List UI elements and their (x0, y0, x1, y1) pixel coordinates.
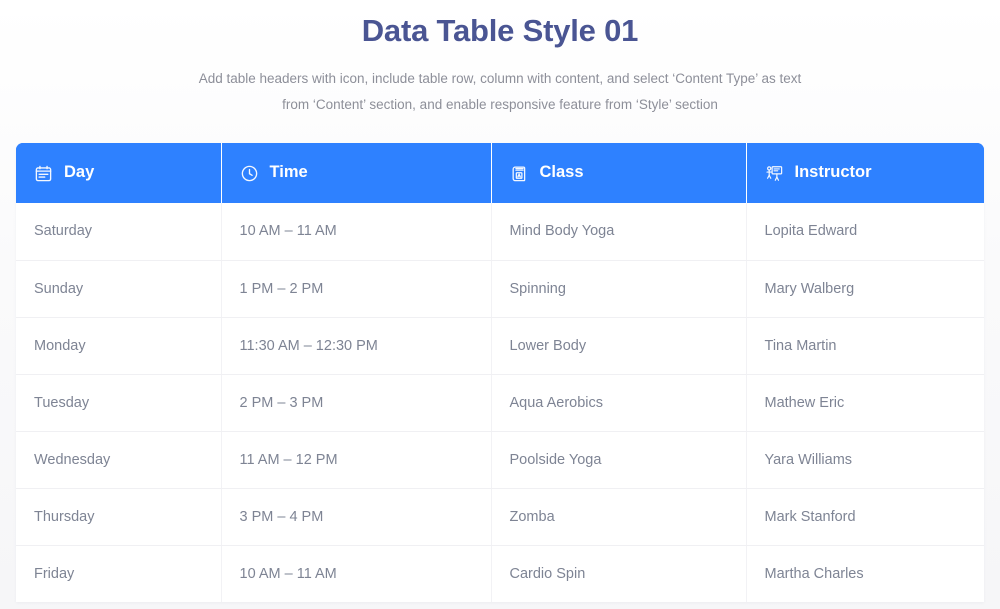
table-row: Monday11:30 AM – 12:30 PMLower BodyTina … (16, 317, 984, 374)
page-heading-block: Data Table Style 01 Add table headers wi… (0, 0, 1000, 118)
page-root: Data Table Style 01 Add table headers wi… (0, 0, 1000, 609)
table-cell-instructor: Lopita Edward (746, 203, 984, 260)
table-cell-class: Spinning (491, 260, 746, 317)
column-header-label-class: Class (540, 164, 584, 182)
table-cell-instructor: Mark Stanford (746, 488, 984, 545)
table-row: Sunday1 PM – 2 PMSpinningMary Walberg (16, 260, 984, 317)
table-head: Day Time (16, 143, 984, 203)
table-cell-instructor: Tina Martin (746, 317, 984, 374)
table-cell-class: Cardio Spin (491, 545, 746, 602)
table-cell-class: Lower Body (491, 317, 746, 374)
presenter-icon (765, 164, 784, 183)
data-table: Day Time (16, 143, 984, 602)
column-header-day[interactable]: Day (16, 143, 221, 203)
table-cell-day: Tuesday (16, 374, 221, 431)
table-cell-day: Saturday (16, 203, 221, 260)
table-row: Tuesday2 PM – 3 PMAqua AerobicsMathew Er… (16, 374, 984, 431)
table-cell-class: Poolside Yoga (491, 431, 746, 488)
table-cell-time: 10 AM – 11 AM (221, 203, 491, 260)
table-cell-instructor: Mathew Eric (746, 374, 984, 431)
table-cell-day: Wednesday (16, 431, 221, 488)
table-cell-time: 11 AM – 12 PM (221, 431, 491, 488)
page-subtitle-line-2: from ‘Content’ section, and enable respo… (150, 92, 850, 118)
column-header-time[interactable]: Time (221, 143, 491, 203)
book-icon (510, 164, 529, 183)
table-cell-class: Mind Body Yoga (491, 203, 746, 260)
table-cell-day: Thursday (16, 488, 221, 545)
table-cell-time: 2 PM – 3 PM (221, 374, 491, 431)
column-header-label-time: Time (270, 164, 308, 182)
table-row: Saturday10 AM – 11 AMMind Body YogaLopit… (16, 203, 984, 260)
column-header-label-day: Day (64, 164, 94, 182)
table-cell-time: 11:30 AM – 12:30 PM (221, 317, 491, 374)
page-subtitle-line-1: Add table headers with icon, include tab… (150, 66, 850, 92)
table-row: Friday10 AM – 11 AMCardio SpinMartha Cha… (16, 545, 984, 602)
column-header-label-instructor: Instructor (795, 164, 872, 182)
table-cell-time: 10 AM – 11 AM (221, 545, 491, 602)
table-cell-day: Sunday (16, 260, 221, 317)
table-cell-time: 3 PM – 4 PM (221, 488, 491, 545)
column-header-instructor[interactable]: Instructor (746, 143, 984, 203)
table-cell-time: 1 PM – 2 PM (221, 260, 491, 317)
table-cell-instructor: Martha Charles (746, 545, 984, 602)
table-cell-class: Aqua Aerobics (491, 374, 746, 431)
table-row: Wednesday11 AM – 12 PMPoolside YogaYara … (16, 431, 984, 488)
page-title: Data Table Style 01 (0, 10, 1000, 52)
table-cell-day: Monday (16, 317, 221, 374)
table-body: Saturday10 AM – 11 AMMind Body YogaLopit… (16, 203, 984, 602)
clock-icon (240, 164, 259, 183)
page-subtitle: Add table headers with icon, include tab… (150, 66, 850, 119)
column-header-class[interactable]: Class (491, 143, 746, 203)
table-cell-instructor: Mary Walberg (746, 260, 984, 317)
table-cell-class: Zomba (491, 488, 746, 545)
table-cell-instructor: Yara Williams (746, 431, 984, 488)
table-row: Thursday3 PM – 4 PMZombaMark Stanford (16, 488, 984, 545)
table-header-row: Day Time (16, 143, 984, 203)
calendar-icon (34, 164, 53, 183)
table-cell-day: Friday (16, 545, 221, 602)
data-table-container: Day Time (16, 143, 984, 602)
